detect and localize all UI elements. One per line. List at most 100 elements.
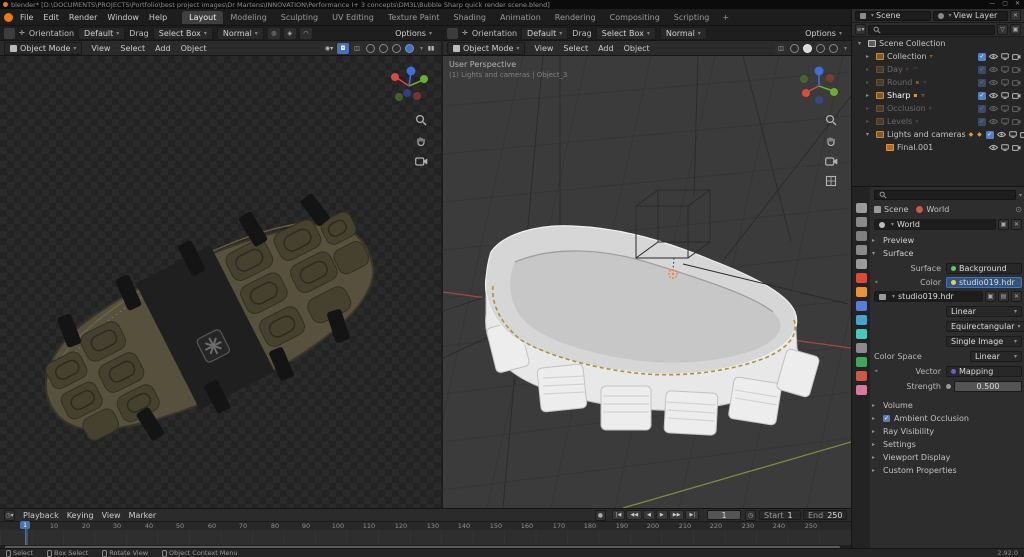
collapsed-panel-header[interactable]: ▸ ✓ Ambient Occlusion: [852, 412, 1024, 425]
hide-eye-icon[interactable]: [989, 92, 998, 99]
collapsed-panel-header[interactable]: ▸ ✓ Volume: [852, 399, 1024, 412]
vector-value-button[interactable]: Mapping: [946, 366, 1022, 377]
pan-hand-icon[interactable]: [415, 135, 427, 147]
close-button[interactable]: ✕: [1015, 0, 1020, 7]
viewport-menu-item[interactable]: Object: [619, 42, 655, 55]
next-keyframe-button[interactable]: ▶▶: [669, 510, 685, 520]
disclosure-arrow-icon[interactable]: ▸: [866, 66, 873, 73]
disclosure-arrow-icon[interactable]: ▾: [866, 131, 873, 138]
shading-rendered-button[interactable]: [405, 44, 414, 53]
color-value-button[interactable]: studio019.hdr: [946, 277, 1022, 288]
outliner-row[interactable]: ▸ Sharp ▪ ▿ ✓: [852, 89, 1024, 102]
surface-value-button[interactable]: Background: [946, 263, 1022, 274]
preview-panel-header[interactable]: ▸Preview: [872, 236, 914, 245]
open-image-button[interactable]: ▤: [998, 291, 1009, 302]
exclude-checkbox[interactable]: ✓: [978, 53, 986, 61]
scene-selector[interactable]: ▾Scene: [855, 11, 931, 21]
gizmo-dropdown[interactable]: ◉▾: [323, 43, 335, 54]
new-collection-button[interactable]: ▣: [1010, 24, 1021, 35]
properties-search-input[interactable]: [874, 190, 1016, 200]
blender-menu-icon[interactable]: [4, 13, 13, 22]
hide-eye-icon[interactable]: [997, 131, 1006, 138]
menu-item[interactable]: Window: [102, 11, 144, 24]
viewport-disable-icon[interactable]: [1001, 105, 1009, 112]
display-mode-dropdown[interactable]: ≡▾: [855, 24, 866, 35]
shading-dropdown[interactable]: ▾: [420, 45, 423, 52]
collapsed-panel-header[interactable]: ▸ ✓ Settings: [852, 438, 1024, 451]
panel-checkbox[interactable]: ✓: [883, 415, 890, 422]
jump-to-start-button[interactable]: |◀: [612, 510, 626, 520]
properties-options-dropdown[interactable]: ▾: [1019, 192, 1022, 199]
orientation-dropdown[interactable]: Default▾: [521, 27, 568, 40]
strength-slider[interactable]: 0.500: [954, 381, 1022, 392]
workspace-tab[interactable]: Rendering: [548, 11, 603, 24]
outliner-row[interactable]: ▾ Scene Collection ✓: [852, 37, 1024, 50]
viewport-disable-icon[interactable]: [1001, 79, 1009, 86]
camera-view-icon[interactable]: [415, 156, 428, 166]
viewport-disable-icon[interactable]: [1001, 118, 1009, 125]
breadcrumb-world[interactable]: World: [916, 205, 949, 214]
outliner-search-input[interactable]: [868, 25, 995, 35]
render-disable-icon[interactable]: [1012, 66, 1021, 73]
interpolation-dropdown[interactable]: Linear▾: [946, 306, 1022, 317]
workspace-tab[interactable]: Scripting: [667, 11, 717, 24]
editor-type-dropdown[interactable]: ◷▾: [4, 510, 15, 521]
fake-user-button[interactable]: ▣: [985, 291, 996, 302]
viewport-menu-item[interactable]: Select: [115, 42, 150, 55]
timeline-track[interactable]: [0, 530, 851, 545]
exclude-checkbox[interactable]: ✓: [986, 131, 994, 139]
overlays-toggle[interactable]: ◘: [337, 43, 349, 54]
unlink-datablock-button[interactable]: ✕: [1011, 219, 1022, 230]
perspective-toggle-icon[interactable]: [825, 175, 837, 187]
exclude-checkbox[interactable]: ✓: [978, 118, 986, 126]
viewport-disable-icon[interactable]: [1001, 66, 1009, 73]
duplicate-datablock-button[interactable]: ▣: [998, 219, 1009, 230]
end-frame-field[interactable]: End250: [803, 510, 847, 520]
shading-material-button[interactable]: [392, 44, 401, 53]
jump-to-end-button[interactable]: ▶|: [685, 510, 699, 520]
unlink-image-button[interactable]: ✕: [1011, 291, 1022, 302]
cursor-tool-icon[interactable]: ✛: [19, 29, 25, 37]
outliner-row[interactable]: Final.001 ✓: [852, 141, 1024, 154]
viewport-menu-item[interactable]: Add: [593, 42, 619, 55]
workspace-tab[interactable]: Animation: [493, 11, 548, 24]
outliner-row[interactable]: ▾ Lights and cameras ◆ ◆ ✓: [852, 128, 1024, 141]
viewport-disable-icon[interactable]: [1001, 92, 1009, 99]
collapsed-panel-header[interactable]: ▸ ✓ Custom Properties: [852, 464, 1024, 477]
render-view[interactable]: [0, 56, 441, 508]
active-tool-icon[interactable]: [4, 28, 15, 39]
timeline-menu-item[interactable]: Keying: [63, 510, 98, 521]
menu-item[interactable]: File: [15, 11, 38, 24]
pivot-point-dropdown[interactable]: ◎: [268, 28, 280, 39]
render-disable-icon[interactable]: [1012, 53, 1021, 60]
shading-dropdown[interactable]: ▾: [844, 45, 847, 52]
render-disable-icon[interactable]: [1020, 131, 1024, 138]
start-frame-field[interactable]: Start1: [759, 510, 801, 520]
camera-view-icon[interactable]: [825, 156, 838, 166]
workspace-tab[interactable]: Shading: [446, 11, 493, 24]
shading-solid-button[interactable]: [803, 44, 812, 53]
snap-mode-dropdown[interactable]: Normal▾: [217, 27, 264, 40]
workspace-tab[interactable]: Compositing: [603, 11, 667, 24]
viewport-menu-item[interactable]: Select: [558, 42, 593, 55]
workspace-tab[interactable]: Modeling: [223, 11, 273, 24]
outliner-row[interactable]: ▸ Collection ▿ ✓: [852, 50, 1024, 63]
navigation-gizmo[interactable]: [797, 64, 841, 108]
workspace-tab[interactable]: UV Editing: [325, 11, 381, 24]
exclude-checkbox[interactable]: ✓: [978, 79, 986, 87]
hide-eye-icon[interactable]: [989, 79, 998, 86]
menu-item[interactable]: Render: [64, 11, 102, 24]
proportional-edit-toggle[interactable]: ◠: [300, 28, 312, 39]
add-workspace-button[interactable]: +: [718, 13, 733, 22]
maximize-button[interactable]: ▢: [1002, 0, 1008, 7]
pan-hand-icon[interactable]: [825, 135, 837, 147]
image-datablock-field[interactable]: ▾studio019.hdr: [874, 291, 983, 302]
menu-item[interactable]: Help: [144, 11, 172, 24]
current-frame-badge[interactable]: 1: [20, 521, 30, 529]
use-preview-range-button[interactable]: ◷: [745, 510, 756, 521]
viewport-disable-icon[interactable]: [1001, 53, 1009, 60]
prev-keyframe-button[interactable]: ◀◀: [626, 510, 642, 520]
workspace-tab[interactable]: Texture Paint: [381, 11, 447, 24]
outliner-row[interactable]: ▸ Levels ▿ ✓: [852, 115, 1024, 128]
disclosure-arrow-icon[interactable]: ▸: [866, 92, 873, 99]
